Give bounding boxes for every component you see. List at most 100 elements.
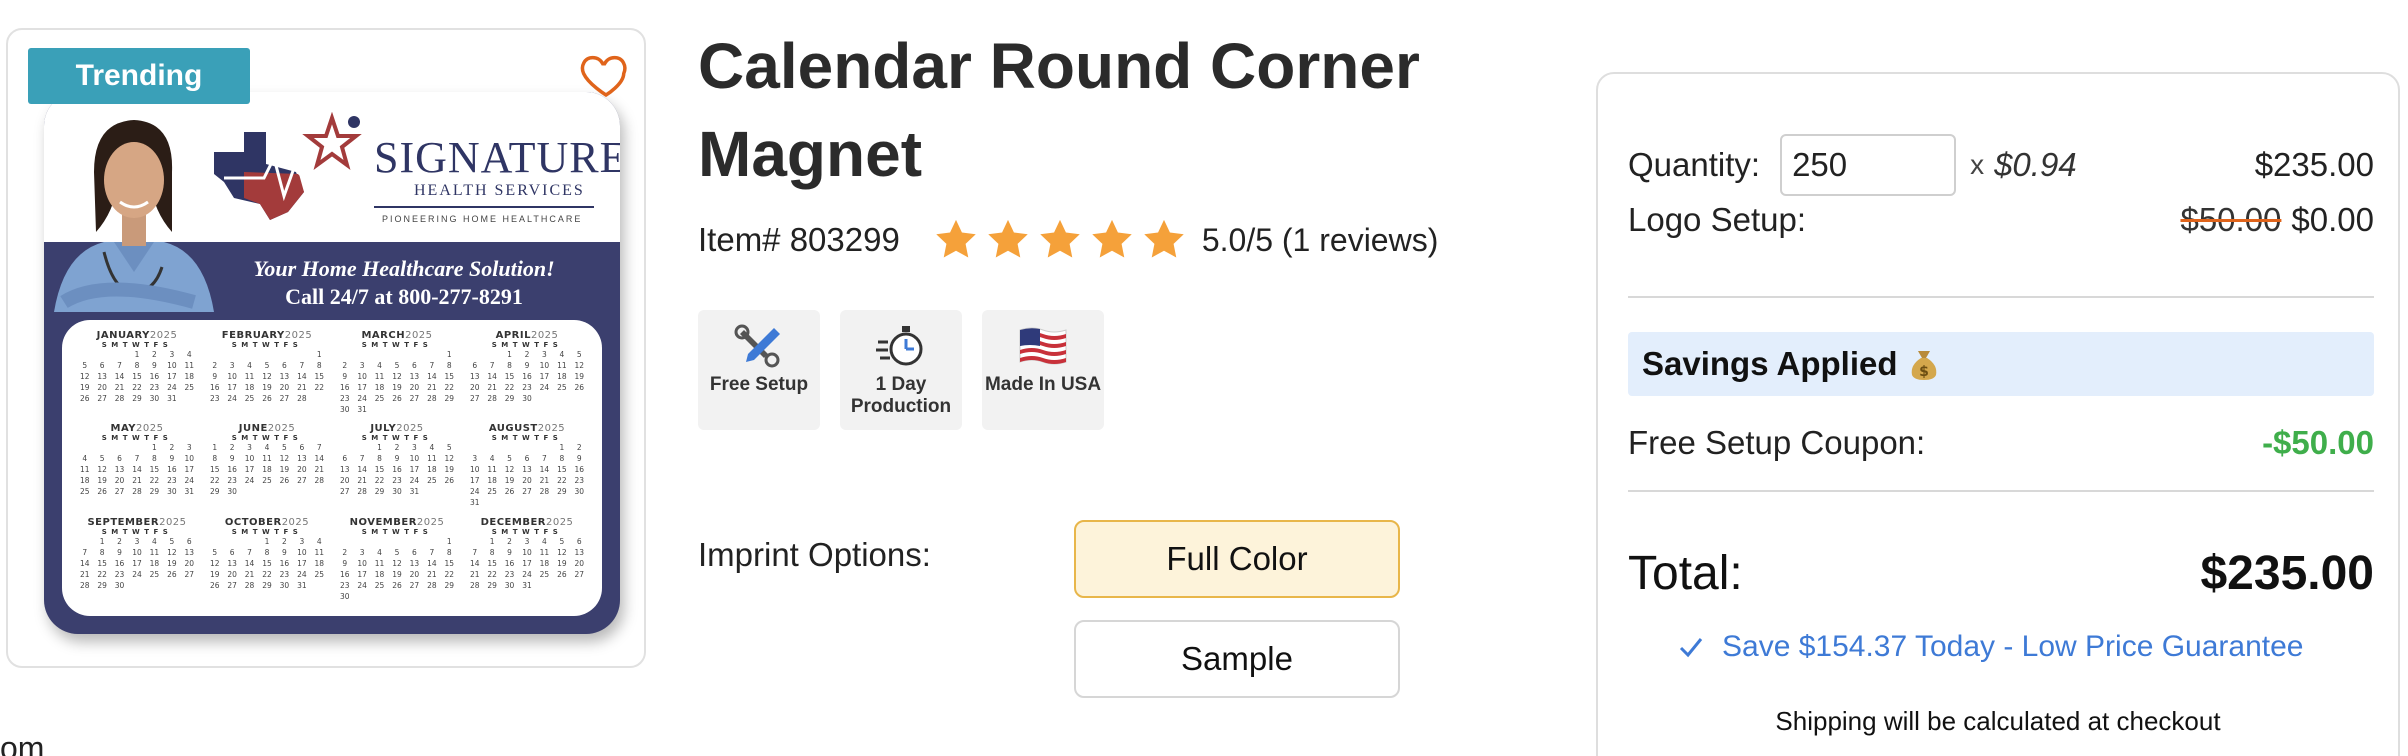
imprint-full-color-button[interactable]: Full Color (1074, 520, 1400, 598)
month-days: 1 2 3 4 5 6 7 8 9 10 11 12 13 14 15 16 17 18 19 20 21 22 23 24 2… (469, 350, 585, 403)
weekday-header: SMTWTFS (101, 434, 173, 443)
month-days: 1 2 3 4 5 6 7 8 9 10 11 12 13 14 15 16 17 18 19 20 21 22 23 24 2… (469, 536, 585, 590)
shipping-note: Shipping will be calculated at checkout (1775, 706, 2221, 736)
calendar-month: SEPTEMBER2025 SMTWTFS 1 2 3 4 5 6 7 8 9 10 11 12 13 14 1… (76, 517, 198, 610)
coupon-row: Free Setup Coupon: -$50.00 (1628, 418, 2374, 468)
month-name: OCTOBER2025 (224, 516, 310, 528)
month-name: DECEMBER2025 (480, 516, 574, 528)
coupon-value: -$50.00 (2262, 424, 2374, 461)
imprint-sample-button[interactable]: Sample (1074, 620, 1400, 698)
month-name: NOVEMBER2025 (349, 516, 445, 528)
signature-logo (214, 112, 364, 220)
brand-divider (374, 206, 594, 208)
feature-badges: Free Setup 1 Day Production Made In USA (698, 310, 1104, 430)
brand-name: SIGNATURE (374, 133, 620, 182)
calendar-month: JULY2025 SMTWTFS 1 2 3 4 5 6 7 8 9 10 11 12 13 14 15 16 17… (336, 423, 458, 516)
month-name: JANUARY2025 (96, 330, 178, 341)
month-days: 1 2 3 4 5 6 7 8 9 10 11 12 13 14 15 16 17 18 19 20 21 22 23 24 2… (79, 350, 195, 403)
truncated-text: om (0, 730, 45, 756)
calendar-months: JANUARY2025 SMTWTFS 1 2 3 4 5 6 7 8 9 10 11 12 13 14 15 1… (76, 330, 588, 610)
guarantee-text[interactable]: Save $154.37 Today - Low Price Guarantee (1722, 630, 2303, 664)
month-days: 1 2 3 4 5 6 7 8 9 10 11 12 13 14 15 16 17 18 19 20 21 22 23 24 2… (339, 536, 455, 601)
weekday-header: SMTWTFS (231, 341, 303, 349)
low-price-guarantee[interactable]: Save $154.37 Today - Low Price Guarantee (1678, 630, 2303, 664)
star-icon[interactable] (1088, 217, 1136, 263)
month-name: MAY2025 (110, 423, 164, 435)
month-days: 1 2 3 4 5 6 7 8 9 10 11 12 13 14 15 16 17 18 19 20 21 22 23 24 2… (339, 350, 455, 414)
feature-label: Made In USA (984, 374, 1102, 395)
logo-setup-original-price: $50.00 (2180, 201, 2282, 238)
weekday-header: SMTWTFS (361, 341, 433, 349)
month-days: 1 2 3 4 5 6 7 8 9 10 11 12 13 14 15 16 17 18 19 20 21 22 23 24 2… (209, 350, 325, 403)
trending-badge: Trending (28, 48, 250, 104)
unit-price: $0.94 (1994, 146, 2077, 183)
month-name: JULY2025 (370, 423, 424, 435)
weekday-header: SMTWTFS (101, 341, 173, 349)
pricing-panel: Quantity: x $0.94 $235.00 Logo Setup: $5… (1596, 72, 2400, 756)
month-days: 1 2 3 4 5 6 7 8 9 10 11 12 13 14 15 16 17 18 19 20 21 22 23 24 2… (79, 536, 195, 590)
multiply-sign: x (1970, 149, 1985, 180)
logo-setup-label: Logo Setup: (1628, 201, 1806, 238)
product-image-card[interactable]: Trending SIGNATURE HEALTH SERVICES PIONE… (6, 28, 646, 668)
weekday-header: SMTWTFS (101, 527, 173, 536)
weekday-header: SMTWTFS (361, 527, 433, 536)
heart-outline-icon[interactable] (578, 46, 634, 102)
logo-setup-price: $0.00 (2291, 201, 2374, 238)
calendar-month: JUNE2025 SMTWTFS 1 2 3 4 5 6 7 8 9 10 11 12 13 14 15 16 17… (206, 423, 328, 516)
weekday-header: SMTWTFS (491, 527, 563, 536)
month-days: 1 2 3 4 5 6 7 8 9 10 11 12 13 14 15 16 17 18 19 20 21 22 23 24 2… (209, 443, 325, 497)
calendar-month: MAY2025 SMTWTFS 1 2 3 4 5 6 7 8 9 10 11 12 13 14 15 16 17 1… (76, 423, 198, 516)
month-name: SEPTEMBER2025 (87, 516, 187, 528)
item-rating-row: Item# 803299 5.0/5 (1 reviews) (698, 212, 1438, 268)
savings-applied-banner: Savings Applied $ (1628, 332, 2374, 396)
month-days: 1 2 3 4 5 6 7 8 9 10 11 12 13 14 15 16 17 18 19 20 21 22 23 24 2… (339, 443, 455, 497)
imprint-options-label: Imprint Options: (698, 536, 931, 573)
magnet-phone: Call 24/7 at 800-277-8291 (285, 284, 523, 309)
weekday-header: SMTWTFS (361, 434, 433, 443)
calendar-month: DECEMBER2025 SMTWTFS 1 2 3 4 5 6 7 8 9 10 11 12 13 14 15… (466, 517, 588, 610)
feature-label: 1 Day Production (850, 374, 952, 417)
feature-made-in-usa: Made In USA (982, 310, 1104, 430)
product-title: Calendar Round Corner Magnet (698, 30, 1420, 190)
total-value: $235.00 (2200, 546, 2374, 600)
svg-text:$: $ (1919, 364, 1929, 380)
month-name: APRIL2025 (495, 330, 559, 341)
quantity-row: Quantity: x $0.94 $235.00 (1628, 134, 2374, 196)
total-row: Total: $235.00 (1628, 538, 2374, 608)
month-name: AUGUST2025 (488, 423, 566, 435)
weekday-header: SMTWTFS (491, 341, 563, 349)
month-name: FEBRUARY2025 (221, 330, 313, 341)
checkmark-icon (1679, 638, 1703, 658)
calendar-grid: JANUARY2025 SMTWTFS 1 2 3 4 5 6 7 8 9 10 11 12 13 14 15 1… (62, 320, 602, 616)
brand-subtitle: HEALTH SERVICES (414, 182, 585, 199)
money-bag-icon: $ (1911, 351, 1936, 380)
feature-one-day-production: 1 Day Production (840, 310, 962, 430)
calendar-month: FEBRUARY2025 SMTWTFS 1 2 3 4 5 6 7 8 9 10 11 12 13 14 15… (206, 330, 328, 423)
quantity-input[interactable] (1780, 134, 1957, 196)
month-days: 1 2 3 4 5 6 7 8 9 10 11 12 13 14 15 16 17 18 19 20 21 22 23 24 2… (209, 536, 325, 590)
total-label: Total: (1628, 546, 1743, 600)
star-icon[interactable] (932, 217, 980, 263)
divider (1628, 296, 2374, 298)
quantity-label: Quantity: (1628, 146, 1761, 183)
calendar-month: APRIL2025 SMTWTFS 1 2 3 4 5 6 7 8 9 10 11 12 13 14 15 16 1… (466, 330, 588, 423)
coupon-label: Free Setup Coupon: (1628, 424, 1926, 461)
star-icon[interactable] (1036, 217, 1084, 263)
calendar-month: JANUARY2025 SMTWTFS 1 2 3 4 5 6 7 8 9 10 11 12 13 14 15 1… (76, 330, 198, 423)
weekday-header: SMTWTFS (231, 434, 303, 443)
magnet-slogan: Your Home Healthcare Solution! (253, 256, 555, 281)
month-days: 1 2 3 4 5 6 7 8 9 10 11 12 13 14 15 16 17 18 19 20 21 22 23 24 2… (79, 443, 195, 497)
calendar-magnet-image: SIGNATURE HEALTH SERVICES PIONEERING HOM… (44, 92, 620, 634)
weekday-header: SMTWTFS (231, 527, 303, 536)
brand-tagline: PIONEERING HOME HEALTHCARE (382, 214, 583, 224)
month-name: MARCH2025 (361, 330, 433, 341)
calendar-month: OCTOBER2025 SMTWTFS 1 2 3 4 5 6 7 8 9 10 11 12 13 14 15 1… (206, 517, 328, 610)
rating-text[interactable]: 5.0/5 (1 reviews) (1202, 222, 1439, 259)
calendar-month: NOVEMBER2025 SMTWTFS 1 2 3 4 5 6 7 8 9 10 11 12 13 14 15… (336, 517, 458, 610)
divider (1628, 490, 2374, 492)
star-icon[interactable] (984, 217, 1032, 263)
quantity-subtotal: $235.00 (2254, 146, 2374, 183)
rating-stars[interactable] (932, 217, 1188, 263)
calendar-month: AUGUST2025 SMTWTFS 1 2 3 4 5 6 7 8 9 10 11 12 13 14 15 16… (466, 423, 588, 516)
star-icon[interactable] (1140, 217, 1188, 263)
